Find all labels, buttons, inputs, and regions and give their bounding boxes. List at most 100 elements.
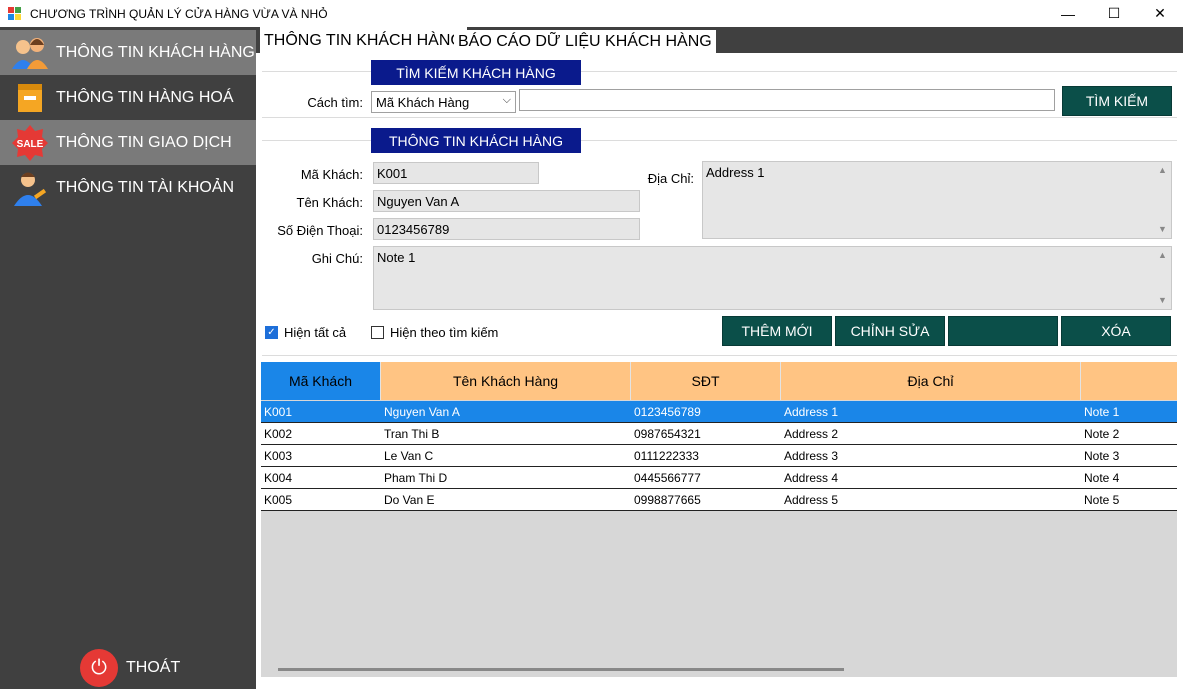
- table-row[interactable]: K003 Le Van C 0111222333 Address 3 Note …: [261, 445, 1177, 467]
- sidebar-item-label: THÔNG TIN HÀNG HOÁ: [56, 88, 234, 106]
- tab-strip: THÔNG TIN KHÁCH HÀNG BÁO CÁO DỮ LIỆU KHÁ…: [256, 27, 1183, 55]
- cell-note: Note 2: [1084, 427, 1120, 441]
- cell-phone: 0123456789: [634, 405, 701, 419]
- window-title: CHƯƠNG TRÌNH QUẢN LÝ CỬA HÀNG VỪA VÀ NHỎ: [30, 6, 328, 21]
- checkbox-checked-icon: ✓: [265, 326, 278, 339]
- exit-label: THOÁT: [126, 659, 181, 676]
- cell-name: Nguyen Van A: [384, 405, 460, 419]
- cell-name: Do Van E: [384, 493, 435, 507]
- customer-id-field[interactable]: K001: [373, 162, 539, 184]
- blank-action-button[interactable]: [948, 316, 1058, 346]
- cell-note: Note 3: [1084, 449, 1120, 463]
- sidebar-item-customers[interactable]: THÔNG TIN KHÁCH HÀNG: [0, 30, 256, 75]
- sidebar-item-transactions[interactable]: SALE THÔNG TIN GIAO DỊCH: [0, 120, 256, 165]
- customer-phone-field[interactable]: 0123456789: [373, 218, 640, 240]
- cell-address: Address 2: [784, 427, 839, 441]
- sale-tag-icon: SALE: [10, 123, 50, 163]
- exit-button[interactable]: ⏻ THOÁT: [80, 649, 180, 687]
- cell-note: Note 4: [1084, 471, 1120, 485]
- customer-phone-label: Số Điện Thoại:: [277, 223, 363, 238]
- scroll-up-icon[interactable]: ▲: [1154, 247, 1171, 264]
- sidebar-item-label: THÔNG TIN TÀI KHOẢN: [56, 178, 235, 196]
- search-input[interactable]: [519, 89, 1055, 111]
- customer-table[interactable]: Mã Khách Tên Khách Hàng SĐT Địa Chỉ K001…: [261, 362, 1177, 677]
- close-button[interactable]: ✕: [1137, 0, 1183, 27]
- customer-address-value: Address 1: [706, 165, 765, 180]
- sidebar-item-account[interactable]: THÔNG TIN TÀI KHOẢN: [0, 165, 256, 210]
- show-all-label: Hiện tất cả: [284, 325, 347, 340]
- goods-box-icon: [10, 78, 50, 118]
- customer-note-field[interactable]: Note 1 ▲ ▼: [373, 246, 1172, 310]
- power-icon: ⏻: [80, 649, 118, 687]
- customer-note-value: Note 1: [377, 250, 416, 265]
- cell-address: Address 3: [784, 449, 839, 463]
- column-header-id[interactable]: Mã Khách: [261, 362, 381, 400]
- cell-phone: 0445566777: [634, 471, 701, 485]
- search-section-header: TÌM KIẾM KHÁCH HÀNG: [371, 60, 581, 85]
- column-header-address[interactable]: Địa Chỉ: [781, 362, 1081, 400]
- search-mode-label: Cách tìm:: [307, 95, 363, 110]
- cell-id: K005: [264, 493, 293, 507]
- customer-name-label: Tên Khách:: [296, 195, 364, 210]
- tab-customer-report[interactable]: BÁO CÁO DỮ LIỆU KHÁCH HÀNG: [454, 30, 716, 53]
- scroll-up-icon[interactable]: ▲: [1154, 162, 1171, 179]
- column-header-note[interactable]: [1081, 362, 1177, 400]
- delete-button[interactable]: XÓA: [1061, 316, 1171, 346]
- sidebar-item-label: THÔNG TIN KHÁCH HÀNG: [56, 43, 255, 61]
- cell-name: Pham Thi D: [384, 471, 448, 485]
- note-scrollbar[interactable]: ▲ ▼: [1154, 247, 1171, 309]
- show-search-label: Hiện theo tìm kiếm: [390, 325, 499, 340]
- cell-phone: 0987654321: [634, 427, 701, 441]
- app-icon: [8, 6, 22, 21]
- column-header-name[interactable]: Tên Khách Hàng: [381, 362, 631, 400]
- customer-note-label: Ghi Chú:: [311, 251, 363, 266]
- divider: [262, 117, 1177, 118]
- cell-phone: 0998877665: [634, 493, 701, 507]
- search-button[interactable]: TÌM KIẾM: [1062, 86, 1172, 116]
- show-all-checkbox[interactable]: ✓ Hiện tất cả: [265, 325, 346, 340]
- tab-customer-info[interactable]: THÔNG TIN KHÁCH HÀNG: [260, 27, 467, 55]
- scroll-down-icon[interactable]: ▼: [1154, 221, 1171, 238]
- divider: [262, 355, 1177, 356]
- table-horizontal-scrollbar[interactable]: [278, 668, 844, 671]
- add-button[interactable]: THÊM MỚI: [722, 316, 832, 346]
- sidebar-item-goods[interactable]: THÔNG TIN HÀNG HOÁ: [0, 75, 256, 120]
- cell-id: K003: [264, 449, 293, 463]
- cell-note: Note 5: [1084, 493, 1120, 507]
- cell-id: K002: [264, 427, 293, 441]
- cell-name: Le Van C: [384, 449, 434, 463]
- table-row[interactable]: K001 Nguyen Van A 0123456789 Address 1 N…: [261, 401, 1177, 423]
- sidebar: THÔNG TIN KHÁCH HÀNG THÔNG TIN HÀNG HOÁ …: [0, 27, 256, 689]
- customers-icon: [10, 33, 50, 73]
- address-scrollbar[interactable]: ▲ ▼: [1154, 162, 1171, 238]
- column-header-phone[interactable]: SĐT: [631, 362, 781, 400]
- cell-id: K001: [264, 405, 293, 419]
- show-search-checkbox[interactable]: Hiện theo tìm kiếm: [371, 325, 498, 340]
- checkbox-empty-icon: [371, 326, 384, 339]
- cell-id: K004: [264, 471, 293, 485]
- table-row[interactable]: K005 Do Van E 0998877665 Address 5 Note …: [261, 489, 1177, 511]
- sale-badge-text: SALE: [17, 139, 44, 150]
- table-row[interactable]: K004 Pham Thi D 0445566777 Address 4 Not…: [261, 467, 1177, 489]
- cell-phone: 0111222333: [634, 449, 699, 463]
- cell-address: Address 4: [784, 471, 839, 485]
- cell-address: Address 1: [784, 405, 839, 419]
- account-icon: [10, 168, 50, 208]
- sidebar-item-label: THÔNG TIN GIAO DỊCH: [56, 133, 232, 151]
- info-section-header: THÔNG TIN KHÁCH HÀNG: [371, 128, 581, 153]
- search-mode-select[interactable]: Mã Khách Hàng ⌵: [371, 91, 516, 113]
- title-bar: CHƯƠNG TRÌNH QUẢN LÝ CỬA HÀNG VỪA VÀ NHỎ…: [0, 0, 1183, 27]
- cell-name: Tran Thi B: [384, 427, 440, 441]
- customer-address-field[interactable]: Address 1 ▲ ▼: [702, 161, 1172, 239]
- minimize-button[interactable]: —: [1045, 0, 1091, 27]
- customer-name-field[interactable]: Nguyen Van A: [373, 190, 640, 212]
- customer-id-label: Mã Khách:: [300, 167, 363, 182]
- cell-note: Note 1: [1084, 405, 1120, 419]
- maximize-button[interactable]: ☐: [1091, 0, 1137, 27]
- customer-address-label: Địa Chỉ:: [647, 171, 694, 186]
- scroll-down-icon[interactable]: ▼: [1154, 292, 1171, 309]
- table-row[interactable]: K002 Tran Thi B 0987654321 Address 2 Not…: [261, 423, 1177, 445]
- table-header: Mã Khách Tên Khách Hàng SĐT Địa Chỉ: [261, 362, 1177, 400]
- edit-button[interactable]: CHỈNH SỬA: [835, 316, 945, 346]
- chevron-down-icon: ⌵: [502, 94, 511, 106]
